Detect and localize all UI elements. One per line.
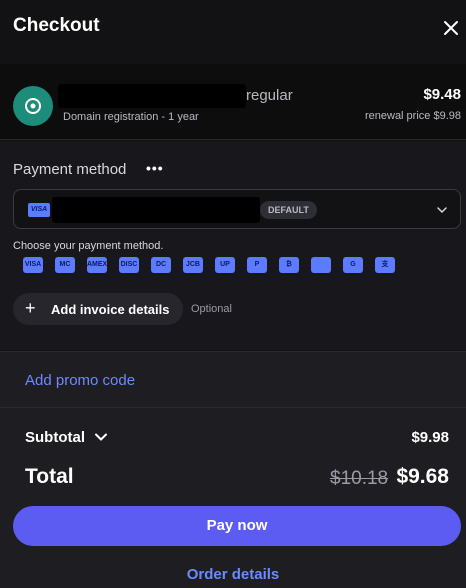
- google-pay-icon[interactable]: G: [343, 257, 363, 273]
- redacted-domain-name: [58, 84, 246, 108]
- subtotal-label[interactable]: Subtotal: [25, 429, 85, 446]
- alipay-icon[interactable]: 支: [375, 257, 395, 273]
- payment-method-select[interactable]: VISA DEFAULT: [13, 189, 461, 229]
- order-details-link[interactable]: Order details: [0, 566, 466, 583]
- domain-icon: [13, 86, 53, 126]
- subtotal-value: $9.98: [411, 429, 449, 446]
- apple-pay-icon[interactable]: [311, 257, 331, 273]
- payment-method-label: Payment method: [13, 161, 127, 178]
- page-title: Checkout: [13, 15, 100, 36]
- promo-section: Add promo code: [0, 351, 466, 407]
- default-badge: DEFAULT: [260, 201, 317, 219]
- checkout-header: Checkout: [0, 0, 466, 56]
- chevron-down-icon[interactable]: [94, 430, 108, 449]
- visa-icon[interactable]: VISA: [23, 257, 43, 273]
- add-invoice-details-button[interactable]: + Add invoice details: [13, 293, 183, 325]
- unionpay-icon[interactable]: UP: [215, 257, 235, 273]
- diners-club-icon[interactable]: DC: [151, 257, 171, 273]
- product-row: regular Domain registration - 1 year $9.…: [0, 64, 466, 140]
- pay-now-button[interactable]: Pay now: [13, 506, 461, 546]
- redacted-card-number: [52, 197, 260, 223]
- more-options-icon[interactable]: •••: [146, 160, 164, 176]
- chevron-down-icon: [436, 203, 448, 221]
- add-invoice-details-label: Add invoice details: [51, 302, 170, 317]
- visa-icon: VISA: [28, 203, 50, 217]
- renewal-price: renewal price $9.98: [364, 110, 461, 122]
- product-name-suffix: regular: [246, 87, 293, 104]
- order-summary: Subtotal $9.98 Total $10.18 $9.68 Pay no…: [0, 407, 466, 588]
- choose-payment-text: Choose your payment method.: [13, 240, 164, 252]
- plus-icon: +: [25, 298, 36, 318]
- product-subtitle: Domain registration - 1 year: [63, 111, 199, 123]
- original-total: $10.18: [330, 468, 389, 489]
- product-price: $9.48: [423, 86, 461, 103]
- paypal-icon[interactable]: P: [247, 257, 267, 273]
- total-value: $9.68: [396, 465, 449, 488]
- add-promo-code-link[interactable]: Add promo code: [25, 372, 135, 389]
- bitcoin-icon[interactable]: ₿: [279, 257, 299, 273]
- total-label: Total: [25, 465, 74, 488]
- discover-icon[interactable]: DISC: [119, 257, 139, 273]
- payment-section: Payment method ••• VISA DEFAULT Choose y…: [0, 141, 466, 350]
- jcb-icon[interactable]: JCB: [183, 257, 203, 273]
- close-icon[interactable]: [440, 17, 462, 39]
- mastercard-icon[interactable]: MC: [55, 257, 75, 273]
- amex-icon[interactable]: AMEX: [87, 257, 107, 273]
- optional-label: Optional: [191, 303, 232, 315]
